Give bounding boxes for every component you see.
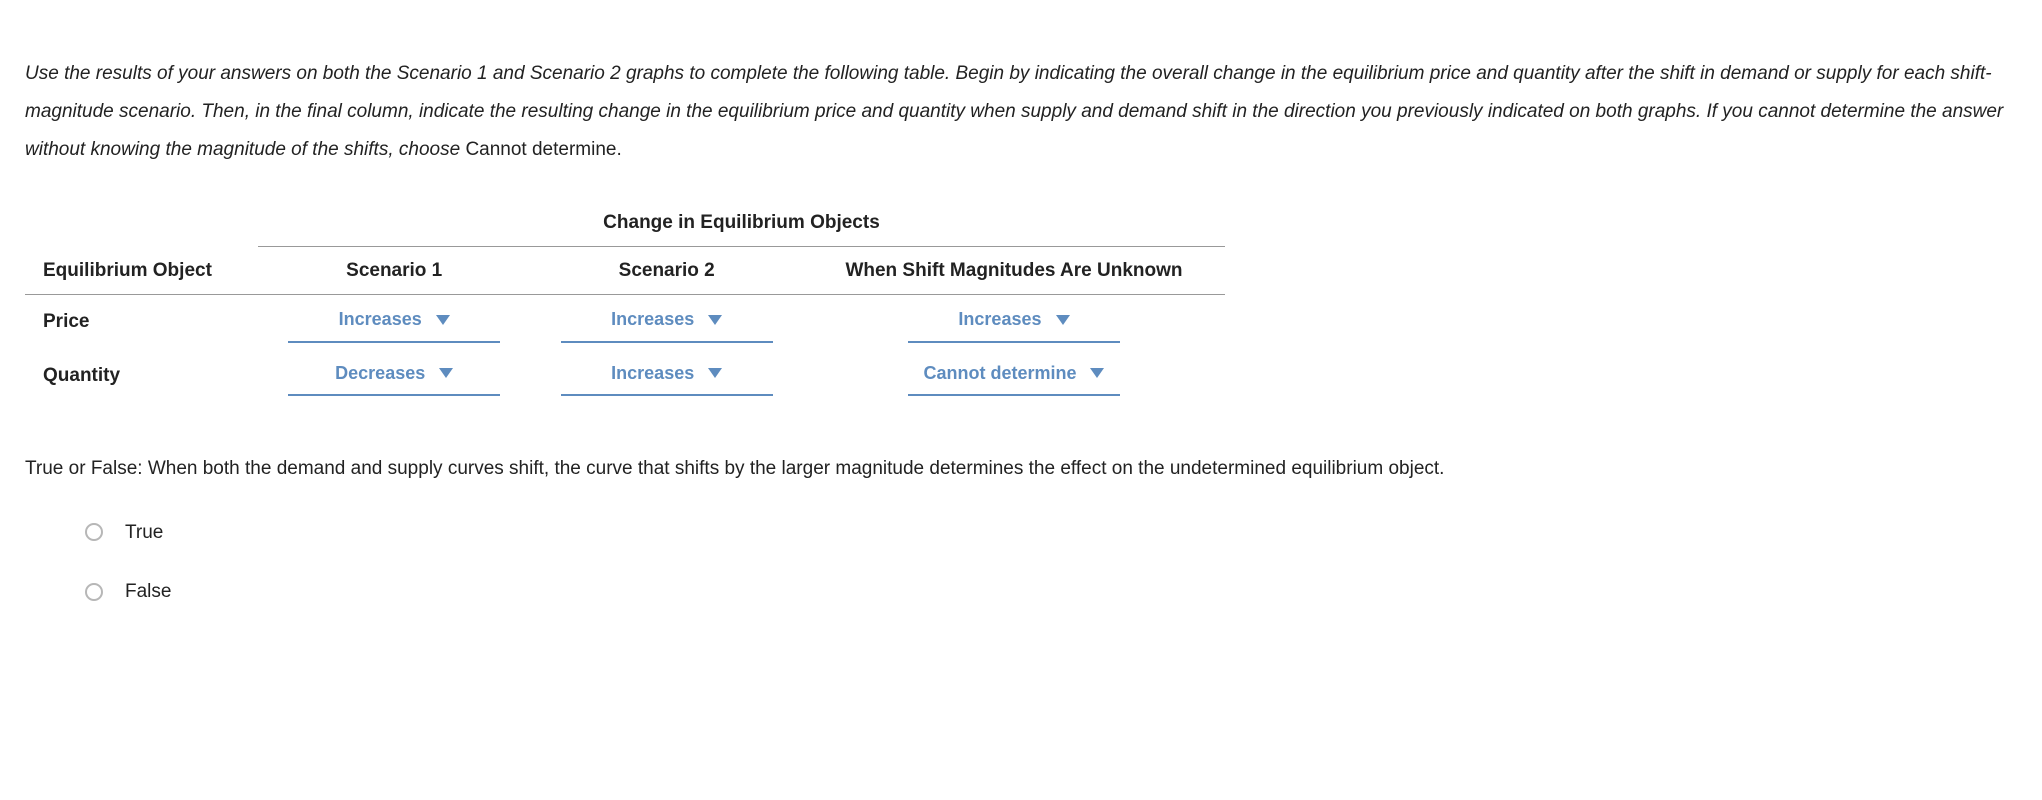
- col-header-scenario2: Scenario 2: [530, 247, 803, 295]
- chevron-down-icon: [1056, 315, 1070, 325]
- col-header-object: Equilibrium Object: [25, 247, 258, 295]
- instructions-plain: Cannot determine.: [465, 139, 621, 160]
- dropdown-quantity-unknown[interactable]: Cannot determine: [908, 355, 1120, 396]
- col-header-scenario1: Scenario 1: [258, 247, 531, 295]
- chevron-down-icon: [708, 315, 722, 325]
- table-row: Quantity Decreases Increases: [25, 349, 1225, 402]
- radio-option-false[interactable]: False: [85, 574, 2017, 609]
- chevron-down-icon: [708, 368, 722, 378]
- dropdown-value: Cannot determine: [923, 357, 1076, 390]
- dropdown-quantity-scenario2[interactable]: Increases: [561, 355, 773, 396]
- chevron-down-icon: [436, 315, 450, 325]
- table-super-header: Change in Equilibrium Objects: [258, 199, 1225, 247]
- row-label-quantity: Quantity: [25, 349, 258, 402]
- instructions-text: Use the results of your answers on both …: [25, 55, 2017, 169]
- radio-icon: [85, 523, 103, 541]
- equilibrium-table: Change in Equilibrium Objects Equilibriu…: [25, 199, 1225, 402]
- radio-icon: [85, 583, 103, 601]
- radio-label: True: [125, 515, 163, 550]
- dropdown-price-scenario1[interactable]: Increases: [288, 301, 500, 342]
- radio-option-true[interactable]: True: [85, 515, 2017, 550]
- chevron-down-icon: [1090, 368, 1104, 378]
- dropdown-price-unknown[interactable]: Increases: [908, 301, 1120, 342]
- dropdown-value: Increases: [611, 357, 694, 390]
- dropdown-value: Decreases: [335, 357, 425, 390]
- dropdown-price-scenario2[interactable]: Increases: [561, 301, 773, 342]
- dropdown-value: Increases: [339, 303, 422, 336]
- true-false-question: True or False: When both the demand and …: [25, 450, 2017, 487]
- row-label-price: Price: [25, 295, 258, 349]
- dropdown-value: Increases: [958, 303, 1041, 336]
- table-row: Price Increases Increases: [25, 295, 1225, 349]
- col-header-unknown: When Shift Magnitudes Are Unknown: [803, 247, 1225, 295]
- instructions-italic: Use the results of your answers on both …: [25, 63, 2003, 160]
- chevron-down-icon: [439, 368, 453, 378]
- dropdown-quantity-scenario1[interactable]: Decreases: [288, 355, 500, 396]
- radio-label: False: [125, 574, 171, 609]
- dropdown-value: Increases: [611, 303, 694, 336]
